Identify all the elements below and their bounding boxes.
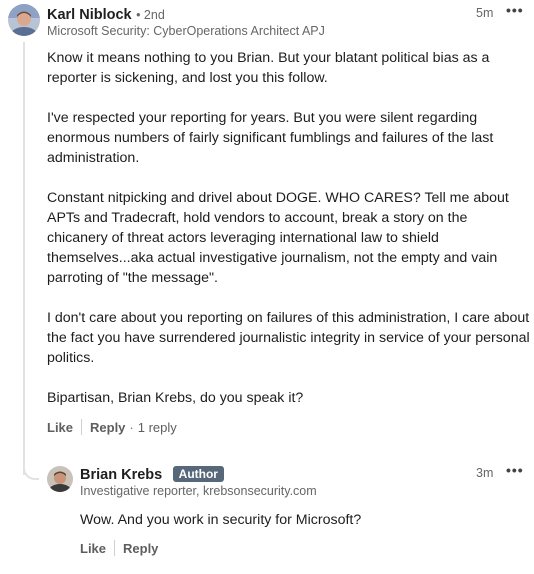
action-divider	[114, 540, 116, 556]
connection-degree: • 2nd	[136, 8, 165, 22]
action-divider	[81, 419, 83, 435]
reply-timestamp: 3m	[476, 466, 494, 480]
comment-body: Know it means nothing to you Brian. But …	[47, 48, 531, 408]
avatar[interactable]	[8, 4, 40, 36]
reply-header: Brian Krebs Author	[80, 466, 224, 484]
reply-paragraph: Wow. And you work in security for Micros…	[80, 512, 362, 528]
comment-timestamp: 5m	[476, 6, 494, 20]
author-headline: Microsoft Security: CyberOperations Arch…	[47, 24, 325, 38]
author-name[interactable]: Karl Niblock	[47, 7, 132, 23]
reply-author-headline: Investigative reporter, krebsonsecurity.…	[80, 484, 317, 498]
comment-header: Karl Niblock • 2nd	[47, 6, 165, 24]
reply-reply-button[interactable]: Reply	[123, 541, 158, 556]
reply-like-button[interactable]: Like	[80, 541, 106, 556]
reply-more-options-icon[interactable]: •••	[506, 462, 524, 478]
reply-button[interactable]: Reply	[90, 420, 125, 435]
comment-paragraph: Know it means nothing to you Brian. But …	[47, 50, 490, 86]
reply-author-name[interactable]: Brian Krebs	[80, 467, 162, 483]
reply-actions: Like Reply	[80, 540, 158, 556]
author-badge: Author	[172, 466, 224, 482]
comment-paragraph: I don't care about you reporting on fail…	[47, 310, 530, 366]
reply-avatar[interactable]	[47, 466, 73, 492]
separator-dot: ·	[129, 419, 134, 435]
comment-paragraph: Bipartisan, Brian Krebs, do you speak it…	[47, 390, 304, 406]
thread-line	[23, 42, 25, 475]
comment-paragraph: I've respected your reporting for years.…	[47, 110, 494, 166]
more-options-icon[interactable]: •••	[506, 2, 524, 18]
thread-connector	[23, 458, 39, 480]
reply-count-link[interactable]: 1 reply	[138, 420, 177, 435]
comment-paragraph: Constant nitpicking and drivel about DOG…	[47, 190, 509, 286]
comment-actions: Like Reply · 1 reply	[47, 419, 177, 435]
reply-body: Wow. And you work in security for Micros…	[80, 510, 520, 530]
like-button[interactable]: Like	[47, 420, 73, 435]
